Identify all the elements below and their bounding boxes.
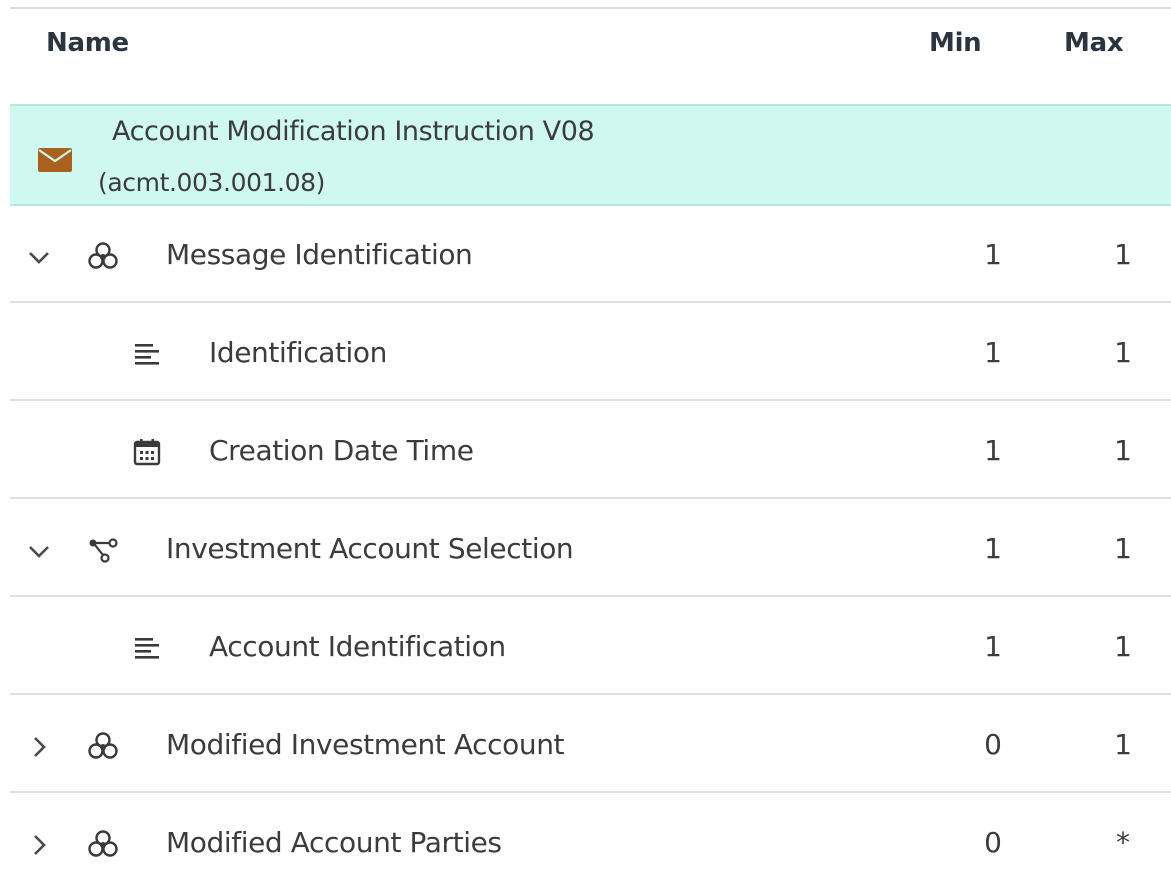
tree-row-max: 1 (1114, 336, 1132, 369)
component-icon (88, 242, 118, 269)
header-max: Max (1064, 28, 1124, 58)
root-message-row[interactable]: Account Modification Instruction V08 (ac… (10, 104, 1171, 206)
text-lines-icon (135, 344, 159, 365)
tree-row-label: Modified Investment Account (166, 728, 565, 761)
header-min: Min (929, 28, 982, 58)
tree-row-max: 1 (1114, 532, 1132, 565)
tree-row-max: 1 (1114, 238, 1132, 271)
tree-row-label: Identification (209, 336, 387, 369)
tree-row-message-identification[interactable]: Message Identification 1 1 (10, 207, 1171, 303)
message-structure-tree: Name Min Max Account Modification Instru… (0, 0, 1171, 883)
chevron-right-icon[interactable] (26, 734, 52, 760)
tree-row-label: Modified Account Parties (166, 826, 502, 859)
component-icon (88, 830, 118, 857)
tree-row-min: 0 (984, 826, 1002, 859)
calendar-icon (133, 439, 161, 466)
tree-row-max: * (1116, 826, 1130, 859)
header-name: Name (46, 28, 129, 58)
envelope-icon (38, 148, 72, 172)
tree-row-max: 1 (1114, 630, 1132, 663)
tree-row-max: 1 (1114, 434, 1132, 467)
top-divider (10, 7, 1171, 9)
tree-row-max: 1 (1114, 728, 1132, 761)
text-lines-icon (135, 638, 159, 659)
tree-row-account-identification[interactable]: Account Identification 1 1 (10, 599, 1171, 695)
tree-row-label: Account Identification (209, 630, 506, 663)
tree-row-min: 1 (984, 238, 1002, 271)
root-message-title: Account Modification Instruction V08 (112, 116, 595, 147)
tree-row-creation-date-time[interactable]: Creation Date Time 1 1 (10, 403, 1171, 499)
tree-row-identification[interactable]: Identification 1 1 (10, 305, 1171, 401)
tree-row-modified-account-parties[interactable]: Modified Account Parties 0 * (10, 795, 1171, 883)
tree-row-min: 1 (984, 532, 1002, 565)
tree-row-min: 1 (984, 630, 1002, 663)
tree-row-investment-account-selection[interactable]: Investment Account Selection 1 1 (10, 501, 1171, 597)
root-message-code: (acmt.003.001.08) (98, 168, 326, 197)
component-icon (88, 732, 118, 759)
column-header: Name Min Max (0, 10, 1171, 105)
tree-row-label: Investment Account Selection (166, 532, 574, 565)
chevron-down-icon[interactable] (26, 244, 52, 270)
tree-row-min: 0 (984, 728, 1002, 761)
tree-row-label: Message Identification (166, 238, 473, 271)
chevron-down-icon[interactable] (26, 538, 52, 564)
tree-row-min: 1 (984, 434, 1002, 467)
choice-icon (89, 538, 118, 563)
tree-row-label: Creation Date Time (209, 434, 474, 467)
tree-row-modified-investment-account[interactable]: Modified Investment Account 0 1 (10, 697, 1171, 793)
tree-row-min: 1 (984, 336, 1002, 369)
chevron-right-icon[interactable] (26, 832, 52, 858)
